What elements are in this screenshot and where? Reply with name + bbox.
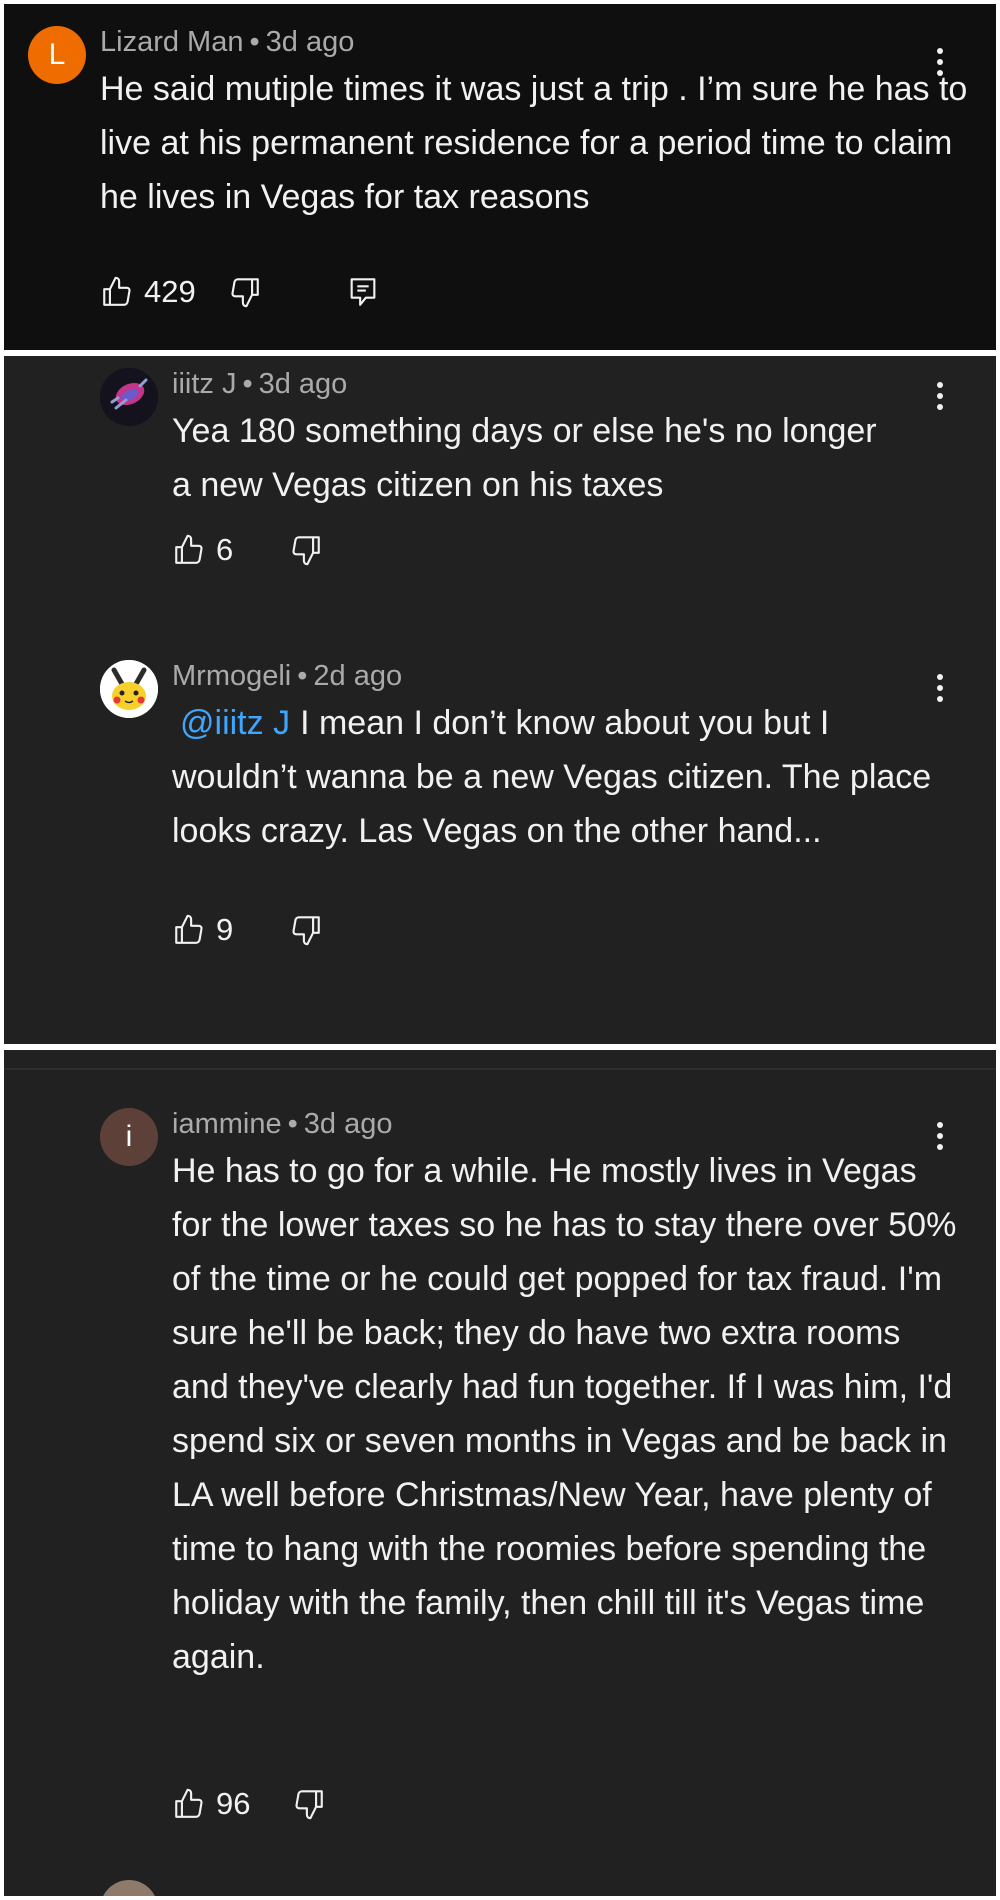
comment-text: He has to go for a while. He mostly live… — [172, 1152, 957, 1676]
comment-meta: iammine • 3d ago — [172, 1108, 392, 1141]
like-button[interactable]: 429 — [100, 274, 196, 310]
avatar-image — [100, 660, 158, 718]
mention-link[interactable]: @iiitz J — [180, 704, 290, 742]
timestamp[interactable]: 3d ago — [259, 368, 348, 400]
next-comment-avatar[interactable] — [100, 1880, 158, 1896]
comment-text: He said mutiple times it was just a trip… — [100, 70, 968, 216]
reply-mrmogeli: Mrmogeli • 2d ago @iiitz JI mean I don’t k… — [4, 648, 996, 1044]
meta-separator: • — [287, 1108, 298, 1140]
reply-iammine: i iammine • 3d ago He has to go for a whil… — [4, 1050, 996, 1896]
comment-meta: iiitz J • 3d ago — [172, 368, 347, 401]
avatar[interactable]: i — [100, 1108, 158, 1166]
timestamp[interactable]: 3d ago — [266, 26, 355, 58]
thumbs-down-icon — [231, 278, 259, 308]
comment-actions: 9 — [172, 910, 323, 950]
thumbs-up-icon — [175, 1788, 203, 1818]
timestamp[interactable]: 2d ago — [313, 660, 402, 692]
dislike-button[interactable] — [289, 533, 323, 567]
thumbs-down-icon — [295, 1790, 324, 1820]
comment-text: @iiitz JI mean I don’t know about you bu… — [172, 696, 962, 858]
reply-button[interactable] — [346, 275, 380, 309]
comment-meta: Lizard Man • 3d ago — [100, 26, 354, 59]
author-name[interactable]: iiitz J — [172, 368, 236, 400]
like-count: 429 — [144, 274, 196, 309]
comment-lizard-man: L Lizard Man • 3d ago He said mutiple time… — [4, 4, 996, 350]
thumbs-up-icon — [175, 534, 203, 564]
dislike-button[interactable] — [228, 275, 262, 309]
like-button[interactable]: 9 — [172, 912, 233, 948]
avatar[interactable]: L — [28, 26, 86, 84]
comment-actions: 429 — [100, 272, 380, 312]
like-count: 9 — [216, 912, 234, 947]
like-button[interactable]: 96 — [172, 1786, 250, 1822]
avatar[interactable] — [100, 660, 158, 718]
comment-text: Yea 180 something days or else he's no l… — [172, 412, 877, 504]
reply-iiitz-j: iiitz J • 3d ago Yea 180 something days or… — [4, 356, 996, 596]
replies-panel: iiitz J • 3d ago Yea 180 something days or… — [4, 356, 996, 1044]
thumbs-down-icon — [292, 536, 321, 566]
meta-separator: • — [242, 368, 253, 400]
like-count: 6 — [216, 532, 234, 567]
author-name[interactable]: Mrmogeli — [172, 660, 291, 692]
author-name[interactable]: iammine — [172, 1108, 282, 1140]
comment-actions: 6 — [172, 530, 323, 570]
avatar-letter: L — [48, 38, 66, 71]
dislike-button[interactable] — [289, 913, 323, 947]
comment-panel-top: L Lizard Man • 3d ago He said mutiple time… — [4, 4, 996, 350]
reply-icon — [350, 278, 376, 306]
thumbs-up-icon — [175, 914, 203, 944]
more-options-button[interactable] — [920, 376, 960, 416]
replies-panel-2: i iammine • 3d ago He has to go for a whil… — [4, 1050, 996, 1896]
like-button[interactable]: 6 — [172, 532, 233, 568]
dislike-button[interactable] — [292, 1787, 326, 1821]
thumbs-up-icon — [103, 276, 131, 306]
comment-actions: 96 — [172, 1784, 326, 1824]
meta-separator: • — [249, 26, 260, 58]
avatar-letter: i — [125, 1120, 133, 1153]
avatar[interactable] — [100, 368, 158, 426]
timestamp[interactable]: 3d ago — [304, 1108, 393, 1140]
thumbs-down-icon — [292, 916, 321, 946]
comment-meta: Mrmogeli • 2d ago — [172, 660, 402, 693]
like-count: 96 — [216, 1786, 251, 1821]
author-name[interactable]: Lizard Man — [100, 26, 243, 58]
meta-separator: • — [297, 660, 308, 692]
avatar-image — [100, 368, 158, 426]
